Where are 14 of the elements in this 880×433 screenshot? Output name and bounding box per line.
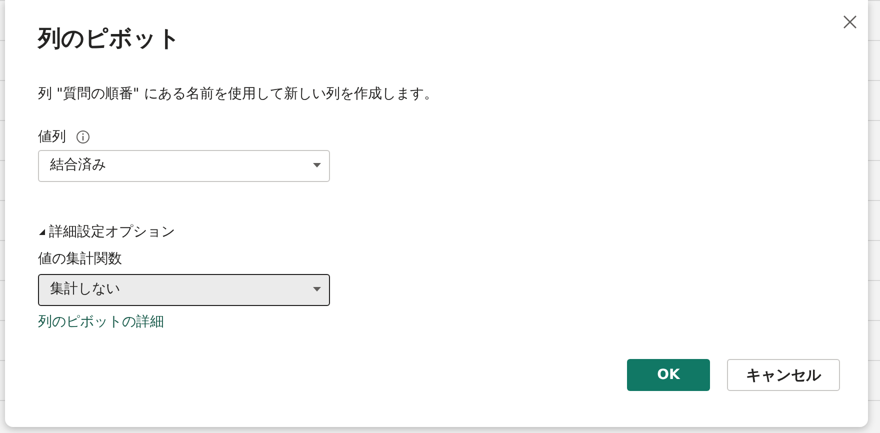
ok-button[interactable]: OK bbox=[627, 359, 710, 391]
field-label: 値の集計関数 bbox=[38, 250, 123, 269]
caret-icon bbox=[313, 163, 321, 168]
field-label: 値列 bbox=[38, 128, 66, 147]
value-column-dropdown[interactable]: 結合済み bbox=[38, 150, 330, 182]
cancel-button[interactable]: キャンセル bbox=[727, 359, 840, 391]
info-icon[interactable] bbox=[76, 130, 90, 144]
section-toggle[interactable]: 詳細設定オプション bbox=[49, 222, 175, 243]
caret-icon bbox=[313, 287, 321, 292]
description-text: 列 "質問の順番" にある名前を使用して新しい列を作成します。 bbox=[38, 84, 439, 104]
toggle-icon[interactable] bbox=[38, 228, 46, 236]
aggregate-function-dropdown[interactable]: 集計しない bbox=[38, 274, 330, 306]
dialog-title: 列のピボット bbox=[38, 26, 182, 54]
learn-more-link[interactable]: 列のピボットの詳細 bbox=[38, 312, 164, 333]
